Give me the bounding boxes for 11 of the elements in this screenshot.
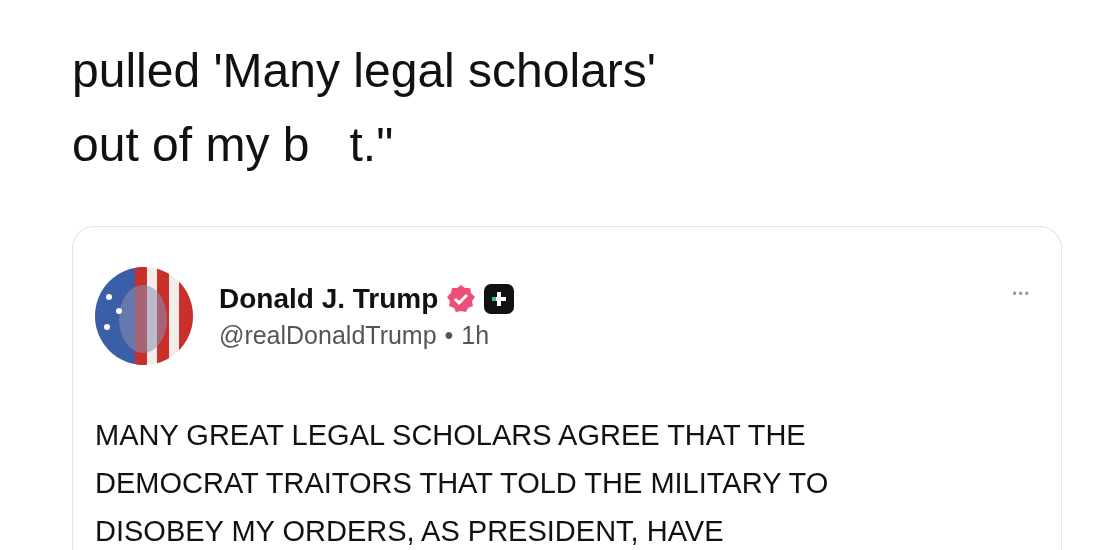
post-time: 1h	[461, 320, 490, 350]
author-handle: @realDonaldTrump	[219, 320, 437, 350]
caption-text: pulled 'Many legal scholars'	[72, 43, 656, 99]
separator-dot: •	[444, 320, 454, 350]
plus-badge-icon	[484, 283, 515, 314]
caption-text: out of my b t."	[72, 117, 394, 173]
post-text: DISOBEY MY ORDERS, AS PRESIDENT, HAVE	[95, 514, 724, 549]
author-name: Donald J. Trump	[219, 282, 439, 315]
more-options-button[interactable]: •••	[1012, 287, 1031, 301]
post-text: MANY GREAT LEGAL SCHOLARS AGREE THAT THE	[95, 418, 806, 453]
post-text: DEMOCRAT TRAITORS THAT TOLD THE MILITARY TO	[95, 466, 829, 501]
